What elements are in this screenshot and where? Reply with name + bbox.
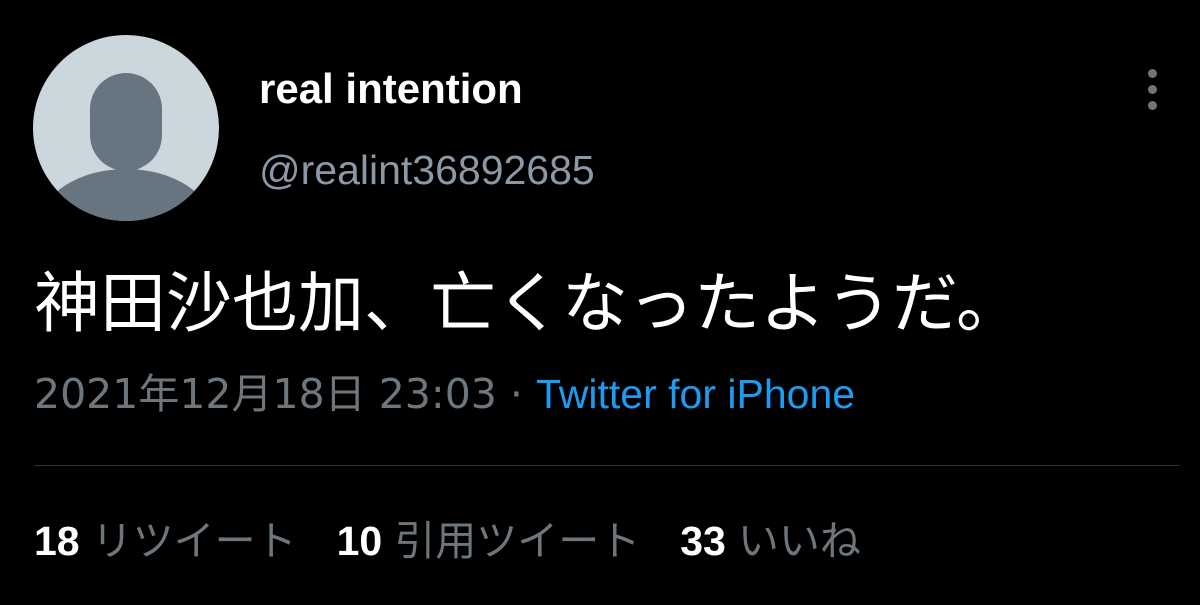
retweet-label: リツイート — [91, 517, 297, 565]
like-count: 33 — [680, 518, 726, 564]
tweet-meta: 2021年12月18日 23:03 · Twitter for iPhone — [34, 366, 855, 422]
divider — [34, 465, 1180, 466]
default-profile-silhouette-icon — [33, 35, 219, 221]
more-options-icon[interactable] — [1136, 66, 1170, 114]
retweets-stat[interactable]: 18 リツイート — [34, 513, 297, 569]
tweet-stats: 18 リツイート 10 引用ツイート 33 いいね — [34, 513, 901, 569]
meta-separator: · — [509, 370, 523, 418]
quote-count: 10 — [336, 518, 383, 564]
tweet-timestamp[interactable]: 2021年12月18日 23:03 — [34, 370, 497, 418]
retweet-count: 18 — [34, 518, 80, 564]
display-name[interactable]: real intention — [259, 64, 523, 114]
likes-stat[interactable]: 33 いいね — [680, 513, 861, 569]
quote-tweets-stat[interactable]: 10 引用ツイート — [337, 513, 641, 569]
like-label: いいね — [737, 517, 861, 565]
quote-label: 引用ツイート — [394, 517, 641, 565]
tweet-source-link[interactable]: Twitter for iPhone — [536, 371, 855, 417]
tweet-text: 神田沙也加、亡くなったようだ。 — [34, 265, 1023, 342]
avatar[interactable] — [33, 35, 219, 221]
user-handle[interactable]: @realint36892685 — [259, 145, 595, 195]
